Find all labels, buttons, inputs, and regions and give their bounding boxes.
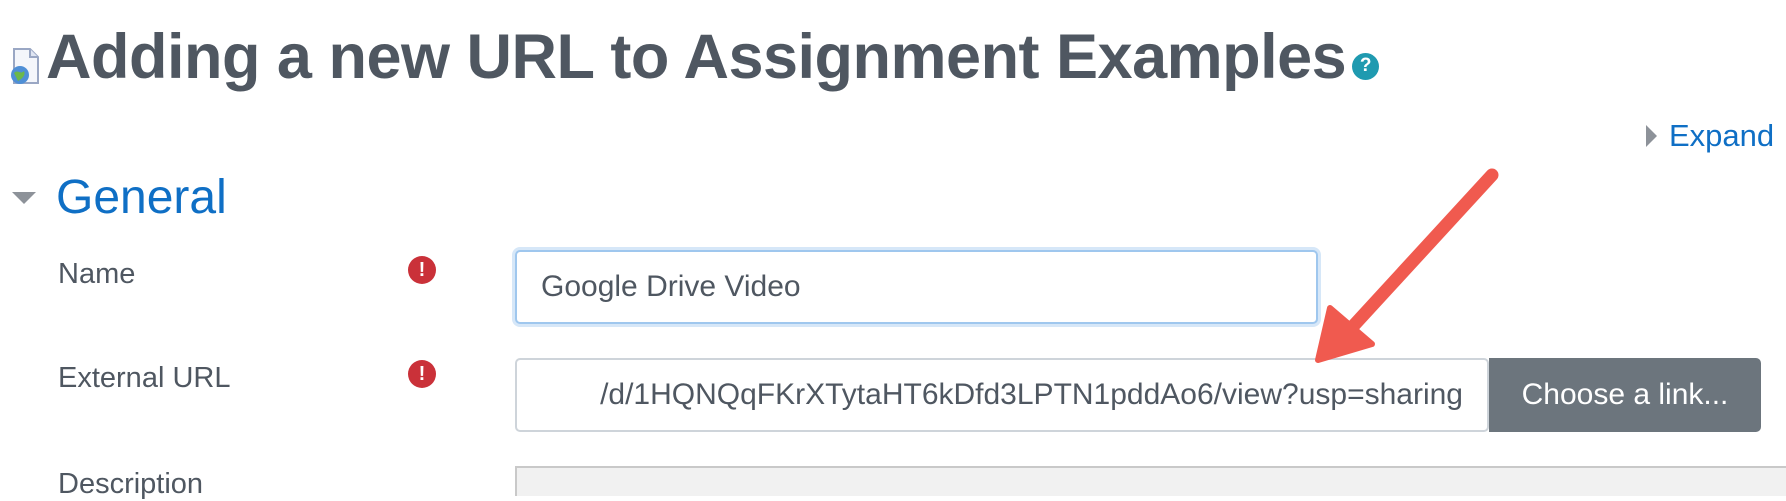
page-title: Adding a new URL to Assignment Examples	[46, 22, 1347, 92]
expand-all-label: Expand	[1669, 118, 1775, 153]
page-heading: Adding a new URL to Assignment Examples …	[8, 22, 1380, 92]
triangle-down-icon[interactable]	[12, 192, 36, 204]
section-title[interactable]: General	[56, 168, 227, 228]
triangle-right-icon	[1646, 125, 1657, 147]
help-question-icon[interactable]: ?	[1352, 52, 1380, 80]
expand-all-link[interactable]: Expand	[1646, 118, 1774, 154]
external-url-label: External URL	[58, 362, 231, 394]
exclamation-icon: !	[408, 360, 436, 388]
exclamation-icon: !	[408, 256, 436, 284]
name-label: Name	[58, 258, 136, 290]
choose-link-button[interactable]: Choose a link...	[1489, 358, 1761, 432]
url-module-icon	[8, 45, 40, 85]
external-url-input[interactable]: /d/1HQNQqFKrXTytaHT6kDfd3LPTN1pddAo6/vie…	[515, 358, 1489, 432]
name-input[interactable]: Google Drive Video	[515, 250, 1318, 324]
section-general-header[interactable]: General	[12, 168, 227, 228]
description-editor[interactable]	[515, 466, 1786, 496]
description-label: Description	[58, 468, 204, 500]
